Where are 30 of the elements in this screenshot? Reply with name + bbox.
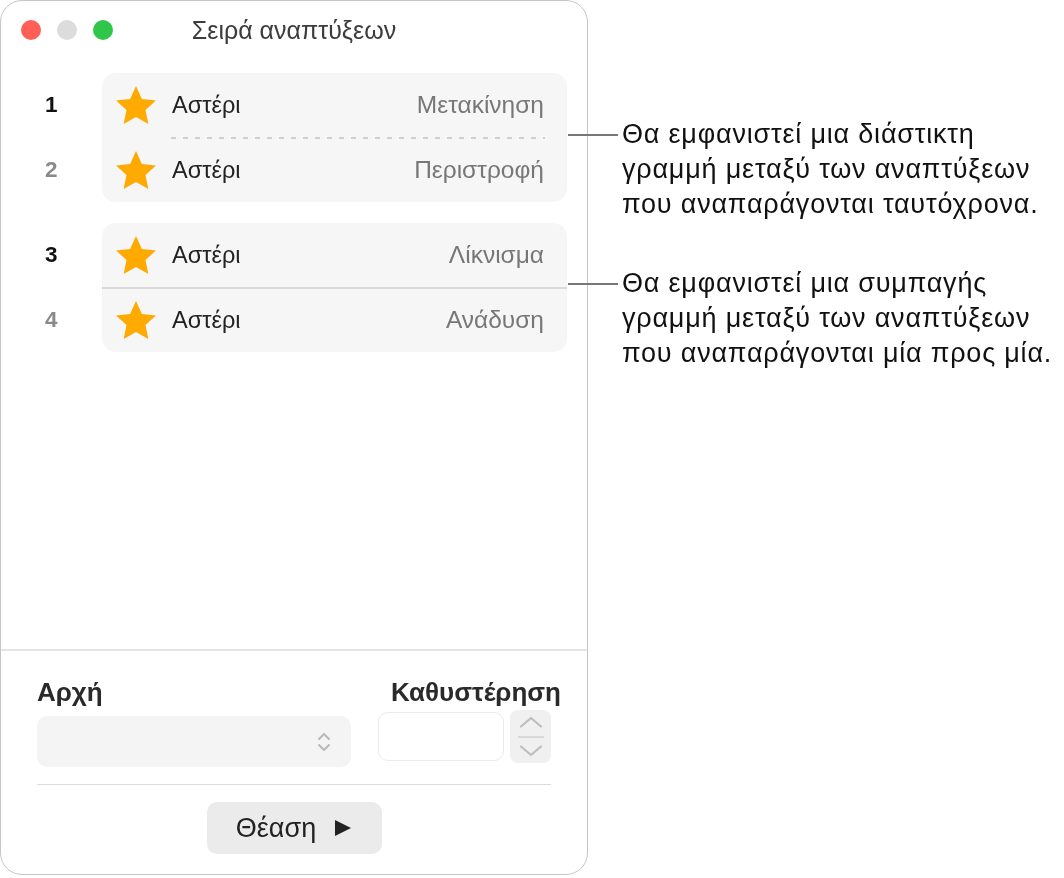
chevron-up-icon [517,716,544,728]
star-icon [116,85,156,124]
build-number: 2 [44,155,59,184]
object-name: Αστέρι [172,156,241,185]
effect-name: Μετακίνηση [416,90,544,119]
updown-chevron-icon [317,730,331,753]
leader-line [568,134,618,136]
effect-name: Λίκνισμα [448,240,544,269]
effect-name: Ανάδυση [445,306,544,335]
object-name: Αστέρι [172,240,241,269]
leader-line [568,283,618,285]
start-label: Αρχή [37,677,104,707]
zoom-button[interactable] [93,20,113,40]
play-icon [334,819,353,837]
chevron-down-icon [517,745,544,757]
build-number: 1 [44,91,59,120]
star-icon [116,151,156,190]
object-name: Αστέρι [172,306,241,335]
callout-text: Θα εμφανιστεί μια συμπαγής γραμμή μεταξύ των αναπτύξεων που αναπαράγονται μία προς μία. [622,267,1054,370]
callout-text: Θα εμφανιστεί μια διάστικτη γραμμή μεταξύ των αναπτύξεων που αναπαράγονται ταυτόχρονα. [622,118,1040,221]
object-name: Αστέρι [172,90,241,119]
effect-name: Περιστροφή [414,156,544,185]
star-icon [116,235,156,274]
close-button[interactable] [21,20,41,40]
build-number: 3 [44,241,59,270]
preview-button[interactable]: Θέαση [206,802,382,854]
star-icon [116,301,156,340]
build-number: 4 [44,305,59,334]
window-title: Σειρά αναπτύξεων [191,15,397,45]
delay-label: Καθυστέρηση [389,677,561,707]
